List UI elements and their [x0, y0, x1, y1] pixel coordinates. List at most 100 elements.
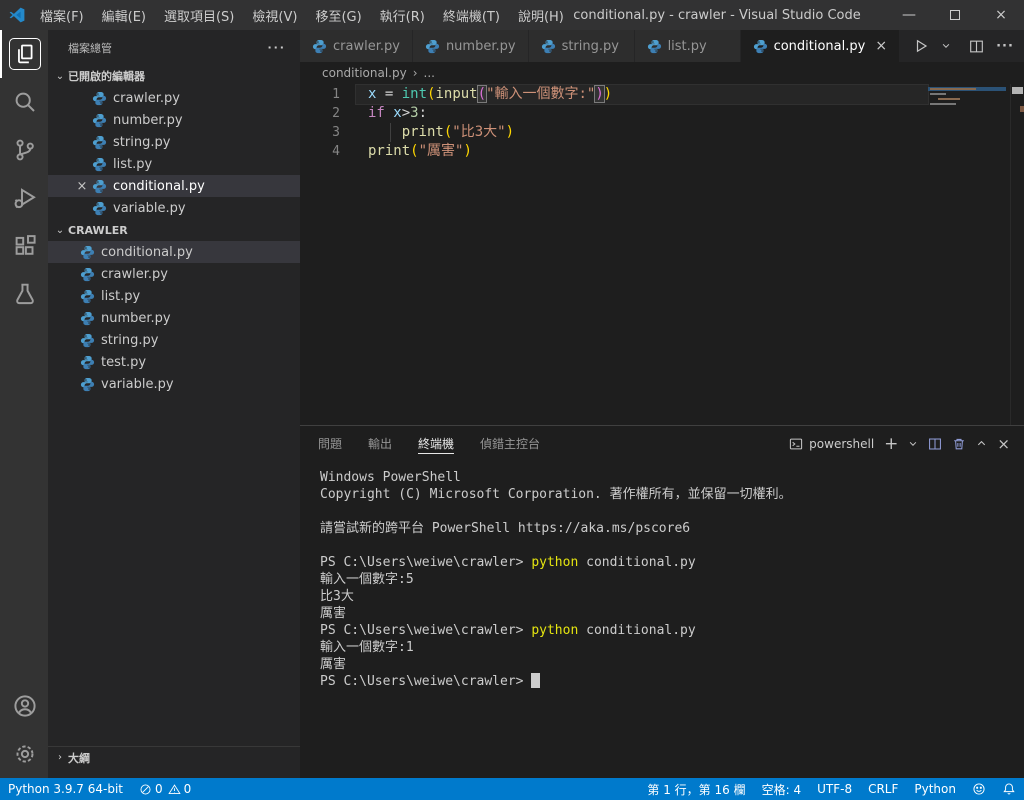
maximize-button[interactable] [932, 0, 978, 30]
terminal-shell-selector[interactable]: powershell [789, 437, 874, 451]
sidebar-item-extensions[interactable] [0, 222, 48, 270]
current-line-highlight [356, 104, 928, 123]
file-item[interactable]: variable.py [48, 373, 300, 395]
open-editors-section-header[interactable]: ⌄ 已開啟的編輯器 [48, 65, 300, 87]
sidebar-item-testing[interactable] [0, 270, 48, 318]
code-token: "厲害" [418, 143, 464, 159]
run-dropdown-chevron-icon[interactable] [938, 38, 954, 54]
close-window-button[interactable]: × [978, 0, 1024, 30]
close-tab-icon[interactable]: × [875, 38, 887, 54]
menu-item[interactable]: 執行(R) [371, 0, 434, 30]
sidebar-more-actions-icon[interactable]: ··· [267, 41, 286, 54]
language-mode-indicator[interactable]: Python [906, 778, 964, 800]
python-file-icon [92, 179, 107, 194]
file-item[interactable]: crawler.py [48, 263, 300, 285]
line-number: 2 [332, 106, 340, 121]
code-token: int [401, 86, 428, 102]
editor-tab[interactable]: number.py [412, 30, 529, 62]
indentation-indicator[interactable]: 空格: 4 [754, 778, 810, 800]
terminal-dropdown-chevron-icon[interactable] [908, 439, 918, 449]
code-line[interactable]: 3 print("比3大") [300, 123, 1024, 142]
breadcrumb-more[interactable]: ... [424, 66, 435, 80]
maximize-panel-chevron-icon[interactable] [976, 438, 987, 449]
extensions-icon [13, 234, 37, 258]
python-file-icon [92, 135, 107, 150]
menu-item[interactable]: 編輯(E) [93, 0, 155, 30]
close-panel-icon[interactable]: × [997, 435, 1010, 453]
panel-tab[interactable]: 終端機 [418, 426, 455, 461]
account-button[interactable] [0, 682, 48, 730]
menu-item[interactable]: 終端機(T) [434, 0, 509, 30]
file-label: variable.py [101, 376, 174, 392]
file-item[interactable]: string.py [48, 329, 300, 351]
terminal-line: PS C:\Users\weiwe\crawler> python condit… [320, 554, 1024, 571]
panel-tab[interactable]: 偵錯主控台 [480, 426, 540, 461]
open-editor-item[interactable]: variable.py [48, 197, 300, 219]
panel-tab[interactable]: 輸出 [368, 426, 392, 461]
terminal-line: Copyright (C) Microsoft Corporation. 著作權… [320, 486, 1024, 503]
file-item[interactable]: test.py [48, 351, 300, 373]
sidebar-item-search[interactable] [0, 78, 48, 126]
run-python-file-button[interactable] [910, 35, 932, 57]
encoding-indicator[interactable]: UTF-8 [809, 778, 860, 800]
new-terminal-button[interactable]: + [884, 434, 898, 454]
file-item[interactable]: list.py [48, 285, 300, 307]
file-item[interactable]: number.py [48, 307, 300, 329]
code-line[interactable]: 4 print("厲害") [300, 142, 1024, 161]
editor-tab[interactable]: list.py [634, 30, 741, 62]
more-actions-icon[interactable]: ··· [993, 36, 1017, 57]
open-editor-item[interactable]: list.py [48, 153, 300, 175]
open-editor-item[interactable]: crawler.py [48, 87, 300, 109]
menu-item[interactable]: 檢視(V) [243, 0, 306, 30]
terminal-text: 輸入一個數字:5 [320, 572, 414, 587]
terminal-text: conditional.py [578, 623, 696, 638]
sidebar-item-run-debug[interactable] [0, 174, 48, 222]
sidebar-item-source-control[interactable] [0, 126, 48, 174]
file-label: variable.py [113, 200, 186, 216]
code-text: print("厲害") [340, 142, 472, 161]
folder-section-header[interactable]: ⌄ CRAWLER [48, 219, 300, 241]
python-interpreter-selector[interactable]: Python 3.9.7 64-bit [0, 778, 131, 800]
editor-tab[interactable]: crawler.py [300, 30, 413, 62]
kill-terminal-trash-icon[interactable] [952, 437, 966, 451]
open-editor-item[interactable]: × conditional.py [48, 175, 300, 197]
file-label: crawler.py [113, 90, 180, 106]
terminal-line: 厲害 [320, 605, 1024, 622]
feedback-button[interactable] [964, 778, 994, 800]
cursor-position-indicator[interactable]: 第 1 行，第 16 欄 [639, 778, 753, 800]
code-line[interactable]: 2 if x>3: [300, 104, 1024, 123]
terminal-output[interactable]: Windows PowerShell Copyright (C) Microsof… [300, 461, 1024, 778]
file-item[interactable]: conditional.py [48, 241, 300, 263]
menu-bar: 檔案(F) 編輯(E) 選取項目(S) 檢視(V) 移至(G) 執行(R) 終端機(T) 說明… [31, 0, 573, 30]
menu-item[interactable]: 移至(G) [306, 0, 370, 30]
settings-button[interactable] [0, 730, 48, 778]
sidebar-item-explorer[interactable] [0, 30, 48, 78]
breadcrumb[interactable]: conditional.py › ... [300, 62, 1024, 84]
editor-tab[interactable]: string.py [528, 30, 635, 62]
open-editor-item[interactable]: string.py [48, 131, 300, 153]
editor-tab[interactable]: conditional.py × [740, 30, 901, 62]
notifications-button[interactable] [994, 778, 1024, 800]
menu-item[interactable]: 檔案(F) [31, 0, 93, 30]
menu-item[interactable]: 選取項目(S) [155, 0, 243, 30]
code-line[interactable]: 1x = int(input("輸入一個數字:")) [300, 84, 1024, 105]
explorer-sidebar: 檔案總管 ··· ⌄ 已開啟的編輯器 crawler.py number.py st… [48, 30, 300, 778]
errors-icon [139, 783, 152, 796]
file-label: number.py [101, 310, 171, 326]
terminal-text: 厲害 [320, 606, 347, 621]
outline-section-header[interactable]: › 大綱 [48, 746, 300, 768]
code-editor[interactable]: 1x = int(input("輸入一個數字:")) 2 if x>3: 3 prin… [300, 84, 1024, 425]
minimap[interactable] [928, 84, 1010, 425]
eol-indicator[interactable]: CRLF [860, 778, 906, 800]
minimize-button[interactable]: — [886, 0, 932, 30]
problems-indicator[interactable]: 0 0 [131, 778, 199, 800]
panel-tab[interactable]: 問題 [318, 426, 342, 461]
open-editor-item[interactable]: number.py [48, 109, 300, 131]
close-editor-icon[interactable]: × [72, 179, 92, 194]
split-editor-icon[interactable] [966, 36, 987, 57]
breadcrumb-file[interactable]: conditional.py [322, 66, 407, 80]
split-terminal-icon[interactable] [928, 437, 942, 451]
terminal-text: conditional.py [578, 555, 696, 570]
code-token: print [401, 124, 444, 140]
code-token: "輸入一個數字:" [486, 86, 596, 102]
